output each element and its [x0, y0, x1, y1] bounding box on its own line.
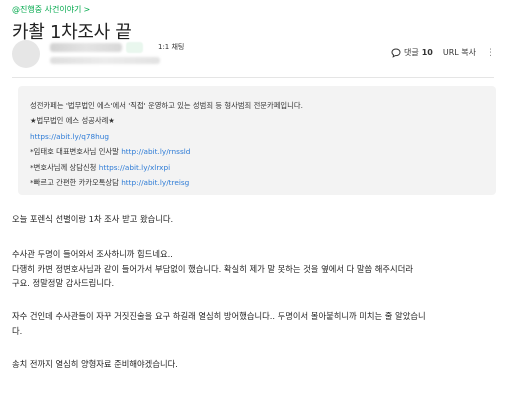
chat-button[interactable]: 1:1 채팅 — [158, 42, 184, 53]
post-tools: 댓글 10 URL 복사 ⋮ — [391, 47, 495, 58]
consult-link[interactable]: https://abit.ly/xlrxpi — [99, 163, 170, 172]
chevron-right-icon: > — [83, 5, 91, 14]
author-name-redacted[interactable] — [50, 43, 122, 52]
speech-bubble-icon — [391, 47, 401, 58]
board-link[interactable]: @진행중 사건이야기 > — [12, 4, 90, 15]
url-copy-button[interactable]: URL 복사 — [443, 47, 476, 58]
cafe-notice-box: 성전카페는 '법무법인 에스'에서 '직접' 운영하고 있는 성범죄 등 형사범… — [18, 86, 496, 195]
cases-link[interactable]: https://abit.ly/q78hug — [30, 132, 109, 141]
post-meta-redacted — [50, 57, 160, 64]
kakao-label: *빠르고 간편한 카카오톡상담 — [30, 178, 119, 188]
url-copy-label: URL 복사 — [442, 48, 476, 57]
board-label: @진행중 사건이야기 — [12, 5, 82, 14]
body-paragraph: 다행히 카변 정변호사님과 같이 들어가서 부담없이 했습니다. 확실히 제가 … — [12, 263, 413, 274]
greeting-link[interactable]: http://abit.ly/rnssld — [121, 147, 190, 156]
post-body: 오늘 포렌식 선별이랑 1차 조사 받고 왔습니다. 수사관 두명이 들어와서 … — [12, 212, 500, 371]
comment-label: 댓글 — [403, 48, 419, 57]
consult-label: *변호사님께 상담신청 — [30, 162, 97, 172]
greeting-label: *임태호 대표변호사님 인사말 — [30, 147, 119, 157]
author-row: 1:1 채팅 댓글 10 URL 복사 ⋮ — [12, 38, 495, 70]
member-grade-badge — [126, 42, 144, 53]
body-paragraph: 송치 전까지 열심히 양형자료 준비해야겠습니다. — [12, 358, 178, 369]
notice-cases-label: ★법무법인 에스 성공사례★ — [30, 116, 115, 126]
more-vertical-icon[interactable]: ⋮ — [486, 48, 495, 58]
comment-count: 10 — [421, 48, 433, 57]
notice-intro: 성전카페는 '법무법인 에스'에서 '직접' 운영하고 있는 성범죄 등 형사범… — [30, 101, 303, 110]
avatar[interactable] — [12, 40, 40, 68]
divider — [12, 77, 494, 78]
comment-link[interactable]: 댓글 10 — [391, 47, 433, 58]
body-paragraph: 다. — [12, 325, 23, 336]
body-paragraph: 오늘 포렌식 선별이랑 1차 조사 받고 왔습니다. — [12, 214, 174, 224]
body-paragraph: 수사관 두명이 들어와서 조사하니까 힘드네요.. — [12, 249, 173, 259]
body-paragraph: 구요. 정말정말 감사드립니다. — [12, 278, 115, 288]
body-paragraph: 자수 건인데 수사관들이 자꾸 거짓진술을 요구 하길래 열심히 방어했습니다.… — [12, 311, 426, 321]
kakao-link[interactable]: http://abit.ly/treisg — [121, 178, 189, 187]
